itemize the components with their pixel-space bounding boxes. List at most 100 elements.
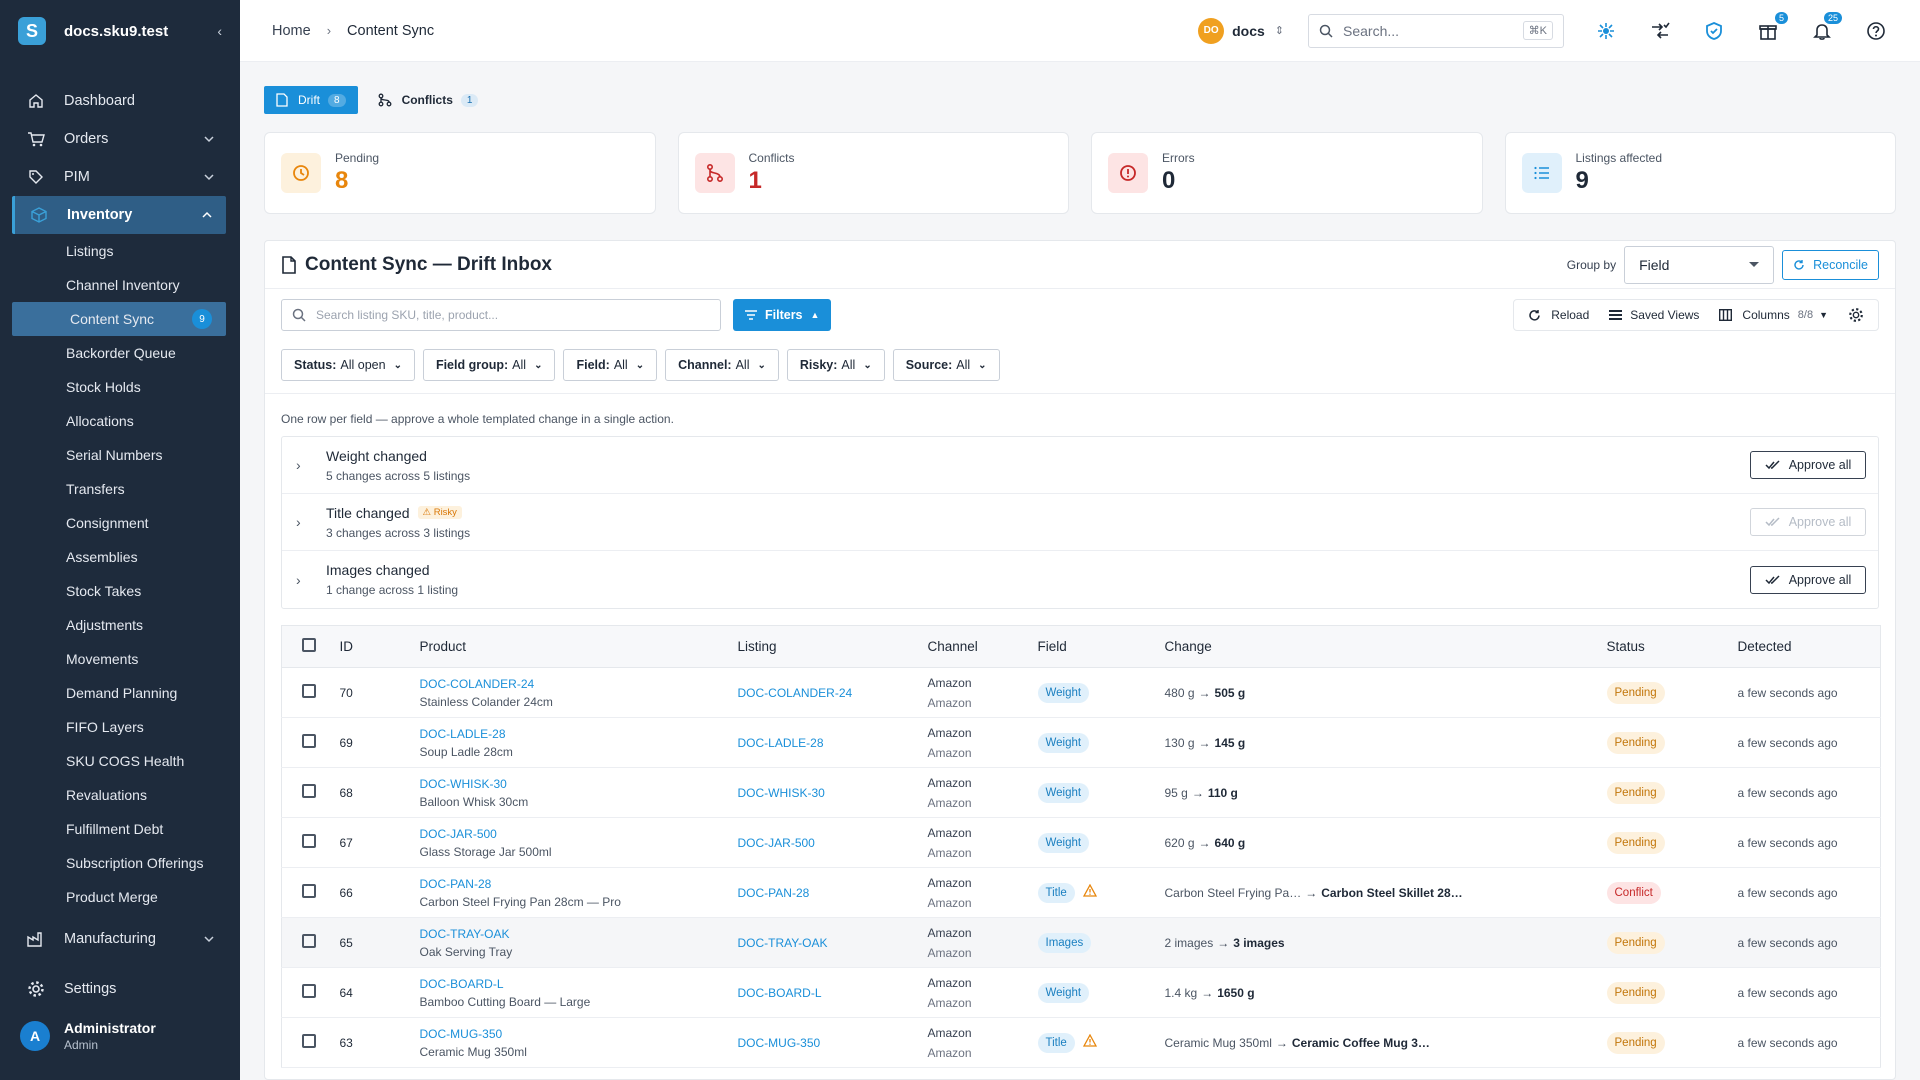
sidebar-item-orders[interactable]: Orders: [0, 120, 240, 158]
chevron-right-icon[interactable]: ›: [296, 514, 316, 530]
row-checkbox[interactable]: [302, 734, 316, 748]
sidebar-item-content-sync[interactable]: Content Sync 9: [12, 302, 226, 336]
sidebar-item-stock-takes[interactable]: Stock Takes: [0, 574, 240, 608]
sidebar-item-sku-cogs-health[interactable]: SKU COGS Health: [0, 744, 240, 778]
columns-button[interactable]: Columns 8/8 ▼: [1709, 308, 1838, 322]
approve-all-button[interactable]: Approve all: [1750, 565, 1866, 594]
group-row[interactable]: › Images changed 1 change across 1 listing…: [282, 551, 1878, 608]
table-row[interactable]: 68 DOC-WHISK-30 Balloon Whisk 30cm DOC-WHIS…: [281, 767, 1881, 818]
reload-button[interactable]: Reload: [1518, 308, 1599, 322]
sidebar-item-inventory[interactable]: Inventory: [12, 196, 226, 234]
sidebar-item-movements[interactable]: Movements: [0, 642, 240, 676]
product-sku-link[interactable]: DOC-PAN-28: [420, 877, 738, 891]
column-header-listing[interactable]: Listing: [737, 625, 928, 668]
table-row[interactable]: 64 DOC-BOARD-L Bamboo Cutting Board — Larg…: [281, 967, 1881, 1018]
row-checkbox[interactable]: [302, 834, 316, 848]
row-checkbox[interactable]: [302, 784, 316, 798]
listing-link[interactable]: DOC-JAR-500: [738, 836, 815, 850]
sidebar-item-adjustments[interactable]: Adjustments: [0, 608, 240, 642]
product-sku-link[interactable]: DOC-MUG-350: [420, 1027, 738, 1041]
filter-chip-field[interactable]: Field: All ⌄: [563, 349, 658, 381]
sidebar-item-settings[interactable]: Settings: [0, 970, 240, 1008]
filter-chip-field-group[interactable]: Field group: All ⌄: [422, 349, 556, 381]
column-header-change[interactable]: Change: [1164, 625, 1607, 668]
sidebar-item-transfers[interactable]: Transfers: [0, 472, 240, 506]
help-icon[interactable]: [1864, 19, 1888, 43]
product-sku-link[interactable]: DOC-COLANDER-24: [420, 677, 738, 691]
chevron-right-icon[interactable]: ›: [296, 457, 316, 473]
table-row[interactable]: 63 DOC-MUG-350 Ceramic Mug 350ml DOC-MUG-35…: [281, 1017, 1881, 1068]
sidebar-item-serial-numbers[interactable]: Serial Numbers: [0, 438, 240, 472]
sidebar-item-fulfillment-debt[interactable]: Fulfillment Debt: [0, 812, 240, 846]
table-row[interactable]: 70 DOC-COLANDER-24 Stainless Colander 24cm…: [281, 667, 1881, 718]
select-all-checkbox[interactable]: [302, 638, 316, 652]
sidebar-item-allocations[interactable]: Allocations: [0, 404, 240, 438]
listing-link[interactable]: DOC-COLANDER-24: [738, 686, 853, 700]
sidebar-item-backorder-queue[interactable]: Backorder Queue: [0, 336, 240, 370]
filter-chip-risky[interactable]: Risky: All ⌄: [786, 349, 885, 381]
row-checkbox[interactable]: [302, 884, 316, 898]
column-header-id[interactable]: ID: [339, 625, 420, 668]
network-icon[interactable]: [1594, 19, 1618, 43]
sidebar-item-manufacturing[interactable]: Manufacturing: [0, 920, 240, 958]
listing-link[interactable]: DOC-TRAY-OAK: [738, 936, 828, 950]
user-menu[interactable]: A Administrator Admin: [0, 1020, 240, 1052]
sidebar-item-demand-planning[interactable]: Demand Planning: [0, 676, 240, 710]
approve-all-button[interactable]: Approve all: [1750, 451, 1866, 479]
gift-icon[interactable]: 5: [1756, 11, 1788, 43]
filter-chip-source[interactable]: Source: All ⌄: [892, 349, 1000, 381]
sidebar-item-pim[interactable]: PIM: [0, 158, 240, 196]
sidebar-item-assemblies[interactable]: Assemblies: [0, 540, 240, 574]
chevron-right-icon[interactable]: ›: [296, 572, 316, 588]
brand-name[interactable]: docs.sku9.test: [64, 23, 217, 40]
listing-link[interactable]: DOC-BOARD-L: [738, 986, 822, 1000]
product-sku-link[interactable]: DOC-BOARD-L: [420, 977, 738, 991]
row-checkbox[interactable]: [302, 1034, 316, 1048]
listing-link[interactable]: DOC-WHISK-30: [738, 786, 825, 800]
row-checkbox[interactable]: [302, 934, 316, 948]
sidebar-item-channel-inventory[interactable]: Channel Inventory: [0, 268, 240, 302]
row-checkbox[interactable]: [302, 684, 316, 698]
breadcrumb-home[interactable]: Home: [272, 23, 311, 39]
tab-drift[interactable]: Drift 8: [264, 86, 358, 114]
bell-icon[interactable]: 25: [1810, 11, 1842, 43]
table-row[interactable]: 66 DOC-PAN-28 Carbon Steel Frying Pan 28cm…: [281, 867, 1881, 918]
group-row[interactable]: › Title changed ⚠ Risky 3 changes across 3 …: [282, 494, 1878, 551]
tab-conflicts[interactable]: Conflicts 1: [366, 86, 491, 114]
shield-icon[interactable]: [1702, 19, 1726, 43]
sidebar-item-subscription-offerings[interactable]: Subscription Offerings: [0, 846, 240, 880]
column-header-product[interactable]: Product: [419, 625, 738, 668]
sync-check-icon[interactable]: [1648, 19, 1672, 43]
search-input[interactable]: Search... ⌘K: [1308, 13, 1564, 48]
tenant-switcher[interactable]: DO docs ⇕: [1198, 17, 1284, 44]
table-row[interactable]: 65 DOC-TRAY-OAK Oak Serving Tray DOC-TRAY-O…: [281, 917, 1881, 968]
column-header-channel[interactable]: Channel: [927, 625, 1038, 668]
filter-chip-channel[interactable]: Channel: All ⌄: [665, 349, 779, 381]
product-sku-link[interactable]: DOC-JAR-500: [420, 827, 738, 841]
sidebar-item-listings[interactable]: Listings: [0, 234, 240, 268]
table-row[interactable]: 67 DOC-JAR-500 Glass Storage Jar 500ml DOC-…: [281, 817, 1881, 868]
sidebar-item-stock-holds[interactable]: Stock Holds: [0, 370, 240, 404]
sidebar-item-consignment[interactable]: Consignment: [0, 506, 240, 540]
column-header-status[interactable]: Status: [1606, 625, 1738, 668]
sidebar-item-dashboard[interactable]: Dashboard: [0, 82, 240, 120]
filters-button[interactable]: Filters ▲: [733, 299, 832, 331]
sidebar-item-product-merge[interactable]: Product Merge: [0, 880, 240, 914]
row-checkbox[interactable]: [302, 984, 316, 998]
saved-views-button[interactable]: Saved Views: [1599, 308, 1709, 322]
column-header-field[interactable]: Field: [1037, 625, 1165, 668]
reconcile-button[interactable]: Reconcile: [1782, 249, 1879, 280]
settings-button[interactable]: [1838, 307, 1874, 323]
product-sku-link[interactable]: DOC-LADLE-28: [420, 727, 738, 741]
filter-chip-status[interactable]: Status: All open ⌄: [281, 349, 415, 381]
listing-link[interactable]: DOC-MUG-350: [738, 1036, 821, 1050]
listing-search-input[interactable]: Search listing SKU, title, product...: [281, 299, 721, 331]
product-sku-link[interactable]: DOC-WHISK-30: [420, 777, 738, 791]
product-sku-link[interactable]: DOC-TRAY-OAK: [420, 927, 738, 941]
chevron-left-icon[interactable]: ‹: [217, 23, 222, 39]
sidebar-item-fifo-layers[interactable]: FIFO Layers: [0, 710, 240, 744]
listing-link[interactable]: DOC-LADLE-28: [738, 736, 824, 750]
sidebar-item-revaluations[interactable]: Revaluations: [0, 778, 240, 812]
table-row[interactable]: 69 DOC-LADLE-28 Soup Ladle 28cm DOC-LADLE-2…: [281, 717, 1881, 768]
group-row[interactable]: › Weight changed 5 changes across 5 listin…: [282, 437, 1878, 494]
